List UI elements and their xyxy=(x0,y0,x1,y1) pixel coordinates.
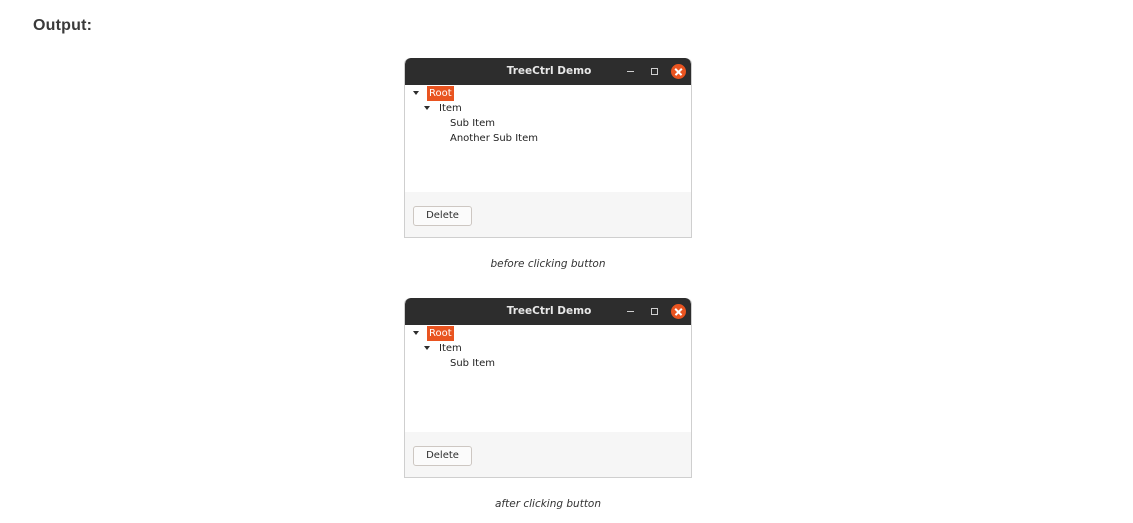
minimize-icon[interactable] xyxy=(627,71,634,72)
tree-control[interactable]: Root Item Sub Item xyxy=(405,325,691,432)
button-panel: Delete xyxy=(405,192,691,237)
tree-node-child[interactable]: Another Sub Item xyxy=(450,131,538,146)
tree-node-child[interactable]: Sub Item xyxy=(450,356,495,371)
caption-after: after clicking button xyxy=(494,498,602,510)
title-bar[interactable]: TreeCtrl Demo xyxy=(405,58,691,85)
delete-button[interactable]: Delete xyxy=(413,206,472,226)
close-icon[interactable] xyxy=(671,304,686,319)
window-before: TreeCtrl Demo Root Item Sub Item Another… xyxy=(404,58,692,238)
expand-arrow-icon[interactable] xyxy=(413,331,419,335)
title-bar[interactable]: TreeCtrl Demo xyxy=(405,298,691,325)
delete-button[interactable]: Delete xyxy=(413,446,472,466)
tree-node-root-label: Root xyxy=(427,326,454,341)
tree-node-root[interactable]: Root xyxy=(427,326,454,341)
window-after: TreeCtrl Demo Root Item Sub Item Delete xyxy=(404,298,692,478)
caption-before: before clicking button xyxy=(490,258,606,270)
maximize-icon[interactable] xyxy=(651,68,658,75)
tree-node-item[interactable]: Item xyxy=(439,101,462,116)
maximize-icon[interactable] xyxy=(651,308,658,315)
tree-node-root[interactable]: Root xyxy=(427,86,454,101)
tree-node-child[interactable]: Sub Item xyxy=(450,116,495,131)
expand-arrow-icon[interactable] xyxy=(424,106,430,110)
output-heading: Output: xyxy=(33,17,93,34)
tree-control[interactable]: Root Item Sub Item Another Sub Item xyxy=(405,85,691,192)
tree-node-item[interactable]: Item xyxy=(439,341,462,356)
close-icon[interactable] xyxy=(671,64,686,79)
window-title: TreeCtrl Demo xyxy=(506,65,592,77)
page: Output: TreeCtrl Demo Root Item Sub Item… xyxy=(0,0,1133,523)
expand-arrow-icon[interactable] xyxy=(413,91,419,95)
minimize-icon[interactable] xyxy=(627,311,634,312)
button-panel: Delete xyxy=(405,432,691,477)
window-title: TreeCtrl Demo xyxy=(506,305,592,317)
expand-arrow-icon[interactable] xyxy=(424,346,430,350)
tree-node-root-label: Root xyxy=(427,86,454,101)
